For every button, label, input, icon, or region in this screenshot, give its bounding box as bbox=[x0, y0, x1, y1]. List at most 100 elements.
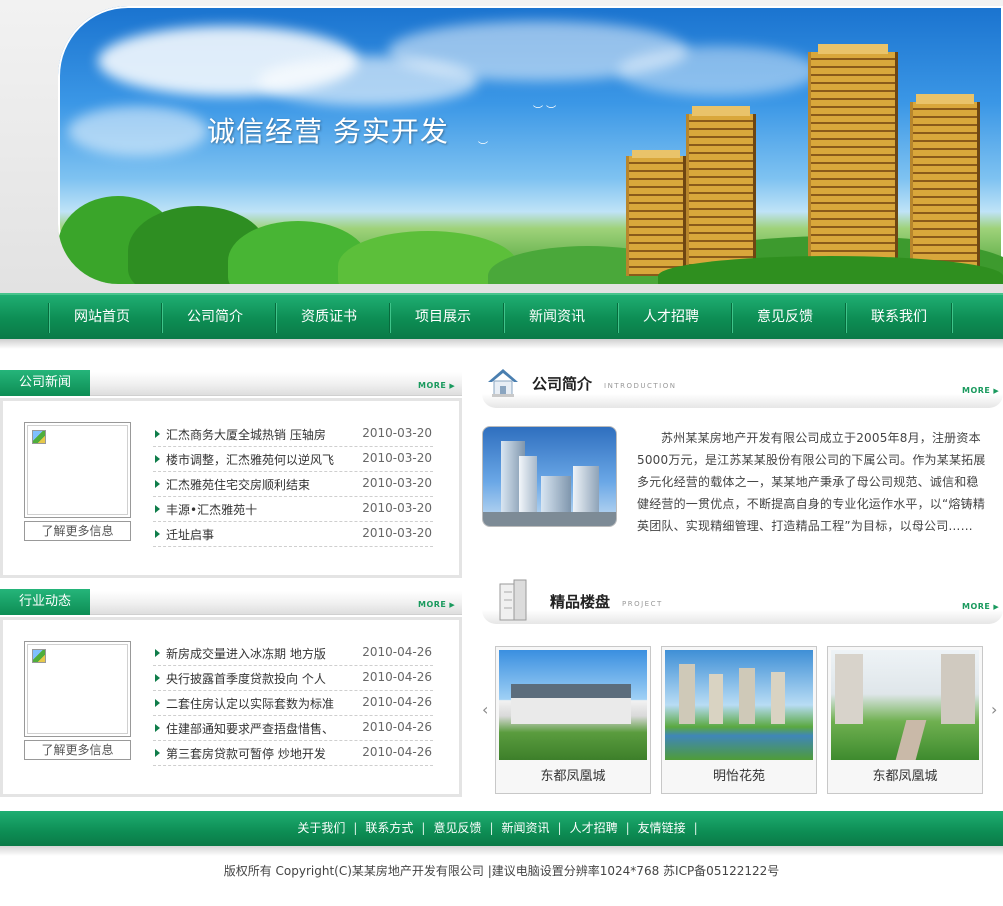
nav-item-about[interactable]: 公司简介 bbox=[163, 295, 267, 339]
project-card[interactable]: 东都凤凰城 bbox=[827, 646, 983, 794]
arrow-right-icon: ▶ bbox=[449, 601, 456, 609]
intro-text: 苏州某某房地产开发有限公司成立于2005年8月，注册资本5000万元，是江苏某某… bbox=[637, 431, 986, 533]
news-item[interactable]: 丰源•汇杰雅苑十 2010-03-20 bbox=[153, 497, 433, 522]
bullet-triangle-icon bbox=[155, 674, 160, 682]
news-date: 2010-04-26 bbox=[362, 695, 432, 709]
news-date: 2010-04-26 bbox=[362, 670, 432, 684]
learn-more-button[interactable]: 了解更多信息 bbox=[24, 521, 131, 541]
bullet-triangle-icon bbox=[155, 530, 160, 538]
project-image bbox=[499, 650, 647, 760]
news-date: 2010-03-20 bbox=[362, 451, 432, 465]
bullet-triangle-icon bbox=[155, 480, 160, 488]
broken-image-icon bbox=[32, 649, 46, 663]
bullet-triangle-icon bbox=[155, 505, 160, 513]
arrow-right-icon: ▶ bbox=[993, 387, 1000, 395]
footer-link-about[interactable]: 关于我们 bbox=[297, 821, 345, 835]
company-news-tab[interactable]: 公司新闻 bbox=[0, 370, 90, 396]
project-name: 东都凤凰城 bbox=[872, 769, 938, 784]
nav-item-projects[interactable]: 项目展示 bbox=[391, 295, 495, 339]
news-title[interactable]: 央行披露首季度贷款投向 个人 bbox=[166, 670, 326, 687]
news-title[interactable]: 新房成交量进入冰冻期 地方版 bbox=[166, 645, 326, 662]
nav-item-jobs[interactable]: 人才招聘 bbox=[619, 295, 723, 339]
nav-separator bbox=[951, 303, 953, 333]
project-name: 东都凤凰城 bbox=[540, 769, 606, 784]
banner-image: ︶ ︶ ︶ bbox=[58, 6, 1003, 284]
bullet-triangle-icon bbox=[155, 699, 160, 707]
industry-news-tab[interactable]: 行业动态 bbox=[0, 589, 90, 615]
bullet-triangle-icon bbox=[155, 455, 160, 463]
nav-shadow bbox=[0, 339, 1003, 349]
news-item[interactable]: 新房成交量进入冰冻期 地方版 2010-04-26 bbox=[153, 641, 433, 666]
banner-slogan: 诚信经营 务实开发 bbox=[207, 115, 449, 148]
house-icon bbox=[488, 369, 518, 397]
projects-subtitle: PROJECT bbox=[622, 600, 663, 608]
industry-news-header: 行业动态 MORE ▶ bbox=[0, 589, 462, 615]
footer-link-news[interactable]: 新闻资讯 bbox=[502, 821, 550, 835]
bullet-triangle-icon bbox=[155, 649, 160, 657]
company-news-header: 公司新闻 MORE ▶ bbox=[0, 370, 462, 396]
company-news-more-link[interactable]: MORE ▶ bbox=[418, 381, 455, 390]
projects-title: 精品楼盘 bbox=[550, 593, 611, 611]
news-title[interactable]: 第三套房贷款可暂停 炒地开发 bbox=[166, 745, 326, 762]
news-date: 2010-03-20 bbox=[362, 426, 432, 440]
project-name: 明怡花苑 bbox=[712, 769, 765, 784]
news-item[interactable]: 第三套房贷款可暂停 炒地开发 2010-04-26 bbox=[153, 741, 433, 766]
industry-news-body: 了解更多信息 新房成交量进入冰冻期 地方版 2010-04-26 央行披露首季度… bbox=[0, 617, 462, 797]
news-date: 2010-04-26 bbox=[362, 720, 432, 734]
gallery-next-arrow-icon[interactable]: › bbox=[991, 700, 997, 719]
bullet-triangle-icon bbox=[155, 430, 160, 438]
header-banner: ︶ ︶ ︶ 诚信经营 务实开发 bbox=[0, 0, 1003, 293]
copyright-text: 版权所有 Copyright(C)某某房地产开发有限公司 |建议电脑设置分辨率1… bbox=[223, 864, 780, 878]
news-title[interactable]: 楼市调整，汇杰雅苑何以逆风飞 bbox=[166, 451, 334, 468]
news-item[interactable]: 迁址启事 2010-03-20 bbox=[153, 522, 433, 547]
project-image bbox=[831, 650, 979, 760]
industry-news-panel: 行业动态 MORE ▶ 了解更多信息 新房成交量进入冰冻期 地方版 2010-04… bbox=[0, 589, 462, 797]
news-item[interactable]: 楼市调整，汇杰雅苑何以逆风飞 2010-03-20 bbox=[153, 447, 433, 472]
projects-more-link[interactable]: MORE ▶ bbox=[962, 602, 999, 611]
nav-item-home[interactable]: 网站首页 bbox=[50, 295, 154, 339]
nav-item-news[interactable]: 新闻资讯 bbox=[505, 295, 609, 339]
industry-news-more-link[interactable]: MORE ▶ bbox=[418, 600, 455, 609]
project-card[interactable]: 东都凤凰城 bbox=[495, 646, 651, 794]
news-item[interactable]: 央行披露首季度贷款投向 个人 2010-04-26 bbox=[153, 666, 433, 691]
news-date: 2010-04-26 bbox=[362, 745, 432, 759]
news-thumbnail[interactable] bbox=[24, 422, 131, 518]
news-thumbnail[interactable] bbox=[24, 641, 131, 737]
footer-shadow bbox=[0, 846, 1003, 856]
footer-links: 关于我们 | 联系方式 | 意见反馈 | 新闻资讯 | 人才招聘 | 友情链接 | bbox=[0, 811, 1003, 846]
news-title[interactable]: 丰源•汇杰雅苑十 bbox=[166, 501, 257, 518]
news-title[interactable]: 住建部通知要求严查捂盘惜售、 bbox=[166, 720, 334, 737]
gallery-prev-arrow-icon[interactable]: ‹ bbox=[482, 700, 488, 719]
intro-title: 公司简介 bbox=[532, 375, 593, 393]
bullet-triangle-icon bbox=[155, 749, 160, 757]
company-news-body: 了解更多信息 汇杰商务大厦全城热销 压轴房 2010-03-20 楼市调整，汇杰… bbox=[0, 398, 462, 578]
news-title[interactable]: 汇杰商务大厦全城热销 压轴房 bbox=[166, 426, 326, 443]
broken-image-icon bbox=[32, 430, 46, 444]
building-icon bbox=[499, 579, 527, 621]
nav-item-feedback[interactable]: 意见反馈 bbox=[733, 295, 837, 339]
news-item[interactable]: 住建部通知要求严查捂盘惜售、 2010-04-26 bbox=[153, 716, 433, 741]
nav-item-contact[interactable]: 联系我们 bbox=[847, 295, 951, 339]
news-title[interactable]: 汇杰雅苑住宅交房顺利结束 bbox=[166, 476, 310, 493]
bullet-triangle-icon bbox=[155, 724, 160, 732]
project-card[interactable]: 明怡花苑 bbox=[661, 646, 817, 794]
news-item[interactable]: 二套住房认定以实际套数为标准 2010-04-26 bbox=[153, 691, 433, 716]
news-title[interactable]: 二套住房认定以实际套数为标准 bbox=[166, 695, 334, 712]
news-title[interactable]: 迁址启事 bbox=[166, 526, 214, 543]
arrow-right-icon: ▶ bbox=[449, 382, 456, 390]
project-image bbox=[665, 650, 813, 760]
footer-link-contact[interactable]: 联系方式 bbox=[365, 821, 413, 835]
intro-more-link[interactable]: MORE ▶ bbox=[962, 386, 999, 395]
footer-link-friends[interactable]: 友情链接 bbox=[638, 821, 686, 835]
news-item[interactable]: 汇杰商务大厦全城热销 压轴房 2010-03-20 bbox=[153, 422, 433, 447]
footer-link-jobs[interactable]: 人才招聘 bbox=[570, 821, 618, 835]
footer-link-feedback[interactable]: 意见反馈 bbox=[433, 821, 481, 835]
intro-subtitle: INTRODUCTION bbox=[604, 382, 677, 390]
news-item[interactable]: 汇杰雅苑住宅交房顺利结束 2010-03-20 bbox=[153, 472, 433, 497]
intro-image bbox=[482, 426, 617, 527]
arrow-right-icon: ▶ bbox=[993, 603, 1000, 611]
projects-header: 精品楼盘 PROJECT MORE ▶ bbox=[482, 578, 1003, 624]
news-date: 2010-04-26 bbox=[362, 645, 432, 659]
nav-item-certificates[interactable]: 资质证书 bbox=[277, 295, 381, 339]
learn-more-button[interactable]: 了解更多信息 bbox=[24, 740, 131, 760]
